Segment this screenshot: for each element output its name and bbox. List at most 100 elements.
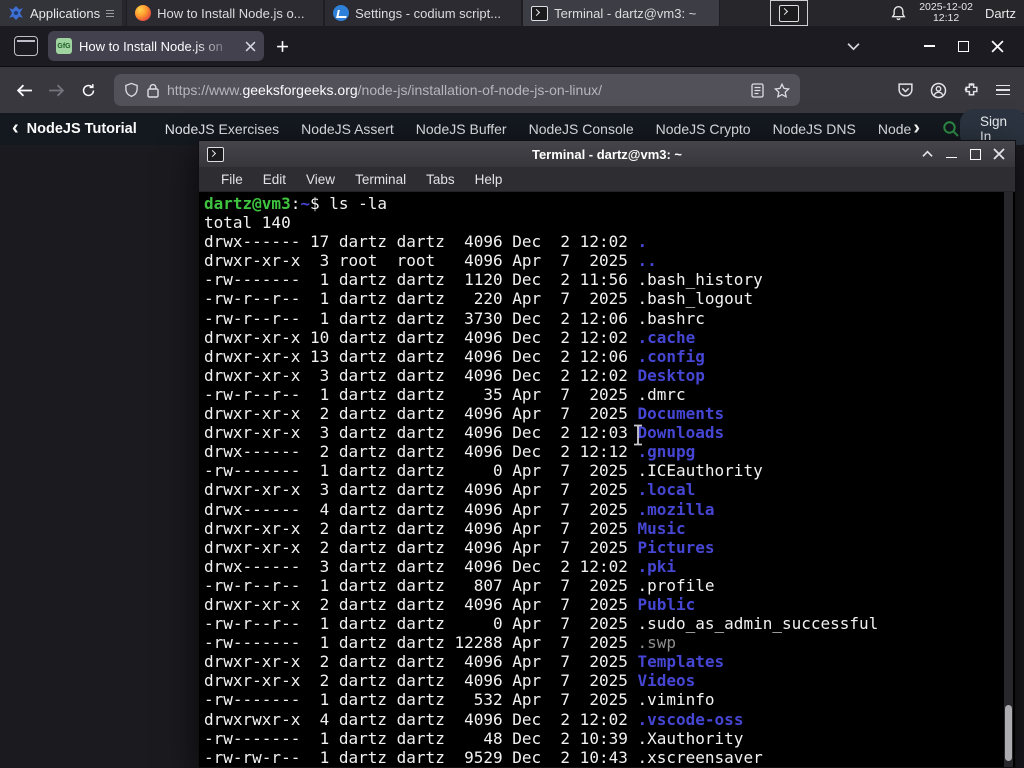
forward-button[interactable] [40, 74, 72, 106]
nav-item[interactable]: NodeJS Assert [301, 121, 394, 137]
terminal-title: Terminal - dartz@vm3: ~ [531, 146, 683, 162]
terminal-line: drwx------ 4 dartz dartz 4096 Apr 7 2025… [204, 499, 715, 519]
applications-icon [9, 6, 23, 20]
browser-maximize-icon[interactable] [946, 31, 980, 61]
new-tab-button[interactable] [276, 40, 289, 53]
nav-item[interactable]: NodeJS Console [529, 121, 634, 137]
taskbar-button-codium[interactable]: Settings - codium script... [324, 0, 523, 26]
terminal-line: -rw-r--r-- 1 dartz dartz 3730 Dec 2 12:0… [204, 308, 705, 328]
terminal-minimize-icon[interactable] [943, 146, 959, 162]
account-icon[interactable] [930, 82, 947, 99]
tracking-shield-icon[interactable] [124, 82, 139, 98]
back-button[interactable] [8, 74, 40, 106]
terminal-launcher-button[interactable] [770, 0, 809, 26]
terminal-window: Terminal - dartz@vm3: ~ File Edit View T… [198, 140, 1016, 768]
nav-item[interactable]: NodeJS DNS [773, 121, 856, 137]
menu-tabs[interactable]: Tabs [416, 172, 465, 187]
terminal-line: -rw-r--r-- 1 dartz dartz 35 Apr 7 2025 .… [204, 384, 686, 404]
tab-bar: GfG How to Install Node.js on [0, 26, 1024, 66]
nav-item[interactable]: NodeJS Crypto [656, 121, 751, 137]
taskbar-label: How to Install Node.js o... [157, 5, 305, 21]
menu-file[interactable]: File [211, 172, 253, 187]
nav-item-active[interactable]: NodeJS Tutorial [27, 121, 137, 137]
mouse-cursor-ibeam [634, 424, 642, 446]
terminal-line: drwxr-xr-x 3 dartz dartz 4096 Dec 2 12:0… [204, 423, 725, 443]
tab-close-icon[interactable] [245, 41, 256, 52]
window-taskbar: How to Install Node.js o... Settings - c… [126, 0, 721, 26]
lock-icon[interactable] [147, 83, 159, 98]
top-panel: Applications How to Install Node.js o...… [0, 0, 1024, 26]
terminal-window-controls [919, 146, 1015, 162]
menu-edit[interactable]: Edit [253, 172, 296, 187]
terminal-line: drwxr-xr-x 3 root root 4096 Apr 7 2025 .… [204, 251, 657, 271]
extensions-puzzle-icon[interactable] [963, 82, 980, 99]
taskbar-label: Settings - codium script... [355, 5, 502, 21]
scrollbar-thumb[interactable] [1005, 705, 1012, 761]
menu-hamburger-icon[interactable] [996, 82, 1010, 99]
user-menu[interactable]: Dartz [985, 6, 1016, 21]
terminal-line: -rw------- 1 dartz dartz 1120 Dec 2 11:5… [204, 270, 763, 290]
notification-bell-icon[interactable] [890, 5, 907, 22]
terminal-shade-icon[interactable] [919, 146, 935, 162]
menu-view[interactable]: View [296, 172, 345, 187]
menu-grip-icon [106, 8, 115, 19]
menu-terminal[interactable]: Terminal [345, 172, 416, 187]
terminal-line: drwxr-xr-x 2 dartz dartz 4096 Apr 7 2025… [204, 671, 696, 691]
terminal-line: -rw-r--r-- 1 dartz dartz 807 Apr 7 2025 … [204, 575, 715, 595]
nav-item[interactable]: NodeJS Buffer [416, 121, 507, 137]
window-control-group [836, 31, 1024, 61]
tab-title: How to Install Node.js on [79, 38, 223, 54]
url-text[interactable]: https://www.geeksforgeeks.org/node-js/in… [167, 82, 743, 98]
browser-tab-active[interactable]: GfG How to Install Node.js on [48, 31, 264, 61]
pocket-icon[interactable] [897, 82, 914, 99]
terminal-line: drwx------ 3 dartz dartz 4096 Dec 2 12:0… [204, 556, 677, 576]
terminal-titlebar[interactable]: Terminal - dartz@vm3: ~ [199, 141, 1015, 167]
taskbar-label: Terminal - dartz@vm3: ~ [554, 5, 697, 21]
taskbar-button-terminal[interactable]: Terminal - dartz@vm3: ~ [522, 0, 721, 26]
reader-mode-icon[interactable] [751, 82, 764, 98]
menu-help[interactable]: Help [465, 172, 513, 187]
nav-item[interactable]: NodeJS Exercises [165, 121, 279, 137]
browser-minimize-icon[interactable] [912, 31, 946, 61]
firefox-view-button[interactable] [14, 36, 38, 56]
terminal-line: drwxr-xr-x 3 dartz dartz 4096 Dec 2 12:0… [204, 365, 705, 385]
terminal-line: -rw------- 1 dartz dartz 532 Apr 7 2025 … [204, 690, 715, 710]
bookmark-star-icon[interactable] [774, 82, 790, 98]
terminal-line: drwxr-xr-x 2 dartz dartz 4096 Apr 7 2025… [204, 404, 725, 424]
list-all-tabs-icon[interactable] [836, 31, 870, 61]
system-tray: 2025-12-02 12:12 Dartz [890, 2, 1024, 24]
terminal-line: -rw-r--r-- 1 dartz dartz 220 Apr 7 2025 … [204, 289, 754, 309]
applications-menu-button[interactable]: Applications [0, 0, 123, 26]
nav-scroll-left-icon[interactable]: ‹ [12, 117, 19, 140]
terminal-line: total 140 [204, 213, 291, 233]
terminal-line: -rw-rw-r-- 1 dartz dartz 9529 Dec 2 10:4… [204, 747, 763, 767]
panel-clock[interactable]: 2025-12-02 12:12 [919, 2, 973, 24]
terminal-output: dartz@vm3:~$ ls -la total 140 drwx------ 1… [204, 194, 1001, 767]
browser-close-icon[interactable] [980, 31, 1014, 61]
nav-scroll-right-icon[interactable]: › [913, 117, 920, 140]
terminal-line: drwx------ 17 dartz dartz 4096 Dec 2 12:… [204, 232, 648, 252]
terminal-line: drwxr-xr-x 2 dartz dartz 4096 Apr 7 2025… [204, 518, 686, 538]
reload-button[interactable] [72, 74, 104, 106]
terminal-scrollbar[interactable] [1004, 192, 1013, 767]
navigation-toolbar: https://www.geeksforgeeks.org/node-js/in… [0, 66, 1024, 113]
terminal-body[interactable]: dartz@vm3:~$ ls -la total 140 drwx------ 1… [199, 192, 1015, 767]
terminal-line: -rw------- 1 dartz dartz 48 Dec 2 10:39 … [204, 728, 744, 748]
url-path: /node-js/installation-of-node-js-on-linu… [357, 82, 602, 98]
terminal-icon [207, 146, 224, 162]
terminal-line: drwxr-xr-x 2 dartz dartz 4096 Apr 7 2025… [204, 537, 715, 557]
url-domain: geeksforgeeks.org [242, 82, 358, 98]
taskbar-button-firefox[interactable]: How to Install Node.js o... [126, 0, 325, 26]
url-bar[interactable]: https://www.geeksforgeeks.org/node-js/in… [114, 74, 800, 106]
terminal-icon [531, 5, 549, 21]
search-icon[interactable] [942, 120, 960, 138]
firefox-icon [135, 5, 152, 21]
terminal-close-icon[interactable] [991, 146, 1007, 162]
terminal-line: dartz@vm3:~$ ls -la [204, 194, 388, 213]
terminal-line: drwxr-xr-x 2 dartz dartz 4096 Apr 7 2025… [204, 594, 696, 614]
terminal-icon [779, 4, 800, 22]
terminal-maximize-icon[interactable] [967, 146, 983, 162]
terminal-line: drwxr-xr-x 2 dartz dartz 4096 Apr 7 2025… [204, 652, 725, 672]
clock-time: 12:12 [932, 12, 960, 24]
nav-item-truncated[interactable]: Node [878, 121, 911, 137]
